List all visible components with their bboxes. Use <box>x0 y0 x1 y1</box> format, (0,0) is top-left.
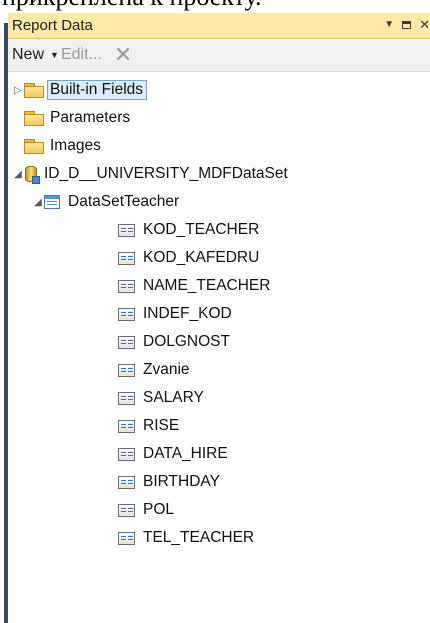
field-label: KOD_TEACHER <box>143 221 260 238</box>
field-label: TEL_TEACHER <box>143 529 255 546</box>
field-label: RISE <box>143 417 180 434</box>
tree-item-field[interactable]: POL <box>118 498 174 522</box>
field-label: KOD_KAFEDRU <box>143 249 260 266</box>
tree-item-label: Built-in Fields <box>47 80 148 100</box>
tree-item-field[interactable]: DATA_HIRE <box>118 442 228 466</box>
field-label: DATA_HIRE <box>143 445 228 462</box>
tree-item-field[interactable]: BIRTHDAY <box>118 470 220 494</box>
field-icon <box>118 307 135 321</box>
tree-item-built-in-fields[interactable]: ▷ Built-in Fields <box>12 78 148 102</box>
field-icon <box>118 335 135 349</box>
folder-icon <box>24 83 44 98</box>
tree-item-field[interactable]: KOD_TEACHER <box>118 218 259 242</box>
folder-icon <box>24 139 44 154</box>
field-icon <box>118 531 135 545</box>
field-label: Zvanie <box>143 361 190 378</box>
tree-item-label: ID_D__UNIVERSITY_MDFDataSet <box>44 165 288 182</box>
field-icon <box>118 503 135 517</box>
tree-item-field[interactable]: DOLGNOST <box>118 330 230 354</box>
collapse-arrow-icon[interactable]: ◢ <box>32 197 44 208</box>
field-icon <box>118 419 135 433</box>
field-icon <box>118 391 135 405</box>
collapse-arrow-icon[interactable]: ◢ <box>12 169 24 180</box>
tree-item-field[interactable]: Zvanie <box>118 358 190 382</box>
field-icon <box>118 447 135 461</box>
tree-item-field[interactable]: NAME_TEACHER <box>118 274 270 298</box>
dataset-icon <box>44 195 60 209</box>
tree-item-label: Parameters <box>50 109 131 126</box>
report-data-panel: Report Data ▼ ✕ New ▼ Edit... ✕ ▷ Built-… <box>0 13 430 623</box>
tree-item-dataset[interactable]: ◢ DataSetTeacher <box>32 190 179 214</box>
window-controls: ▼ ✕ <box>384 16 430 34</box>
tree-item-label: Images <box>50 137 101 154</box>
new-button-label: New <box>12 46 45 63</box>
expand-arrow-icon[interactable]: ▷ <box>12 85 24 96</box>
delete-icon[interactable]: ✕ <box>114 44 132 66</box>
field-label: INDEF_KOD <box>143 305 232 322</box>
panel-title: Report Data <box>12 17 93 34</box>
field-label: DOLGNOST <box>143 333 230 350</box>
maximize-icon[interactable] <box>402 21 412 29</box>
field-label: NAME_TEACHER <box>143 277 271 294</box>
field-icon <box>118 279 135 293</box>
field-label: SALARY <box>143 389 204 406</box>
data-source-icon <box>24 165 40 184</box>
folder-icon <box>24 111 44 126</box>
field-label: BIRTHDAY <box>143 473 220 490</box>
tree-item-field[interactable]: INDEF_KOD <box>118 302 232 326</box>
edit-button[interactable]: Edit... <box>61 46 102 64</box>
field-icon <box>118 475 135 489</box>
tree-item-label: DataSetTeacher <box>68 193 180 210</box>
tree-item-field[interactable]: KOD_KAFEDRU <box>118 246 259 270</box>
field-icon <box>118 363 135 377</box>
tree-item-field[interactable]: SALARY <box>118 386 204 410</box>
tree-item-field[interactable]: TEL_TEACHER <box>118 526 254 550</box>
document-text: прикреплена к проекту. <box>0 0 430 13</box>
field-icon <box>118 251 135 265</box>
window-menu-icon[interactable]: ▼ <box>384 18 394 32</box>
tree-item-images[interactable]: Images <box>24 134 101 158</box>
close-icon[interactable]: ✕ <box>419 18 430 32</box>
panel-title-bar[interactable]: Report Data ▼ ✕ <box>8 13 430 39</box>
report-data-tree: ▷ Built-in Fields Parameters Images ◢ ID… <box>8 71 430 623</box>
tree-item-field[interactable]: RISE <box>118 414 179 438</box>
new-button[interactable]: New ▼ <box>12 46 59 64</box>
tree-item-parameters[interactable]: Parameters <box>24 106 130 130</box>
field-icon <box>118 223 135 237</box>
field-label: POL <box>143 501 175 518</box>
tree-item-datasource[interactable]: ◢ ID_D__UNIVERSITY_MDFDataSet <box>12 162 288 186</box>
chevron-down-icon: ▼ <box>50 50 59 60</box>
toolbar: New ▼ Edit... ✕ <box>8 39 430 72</box>
